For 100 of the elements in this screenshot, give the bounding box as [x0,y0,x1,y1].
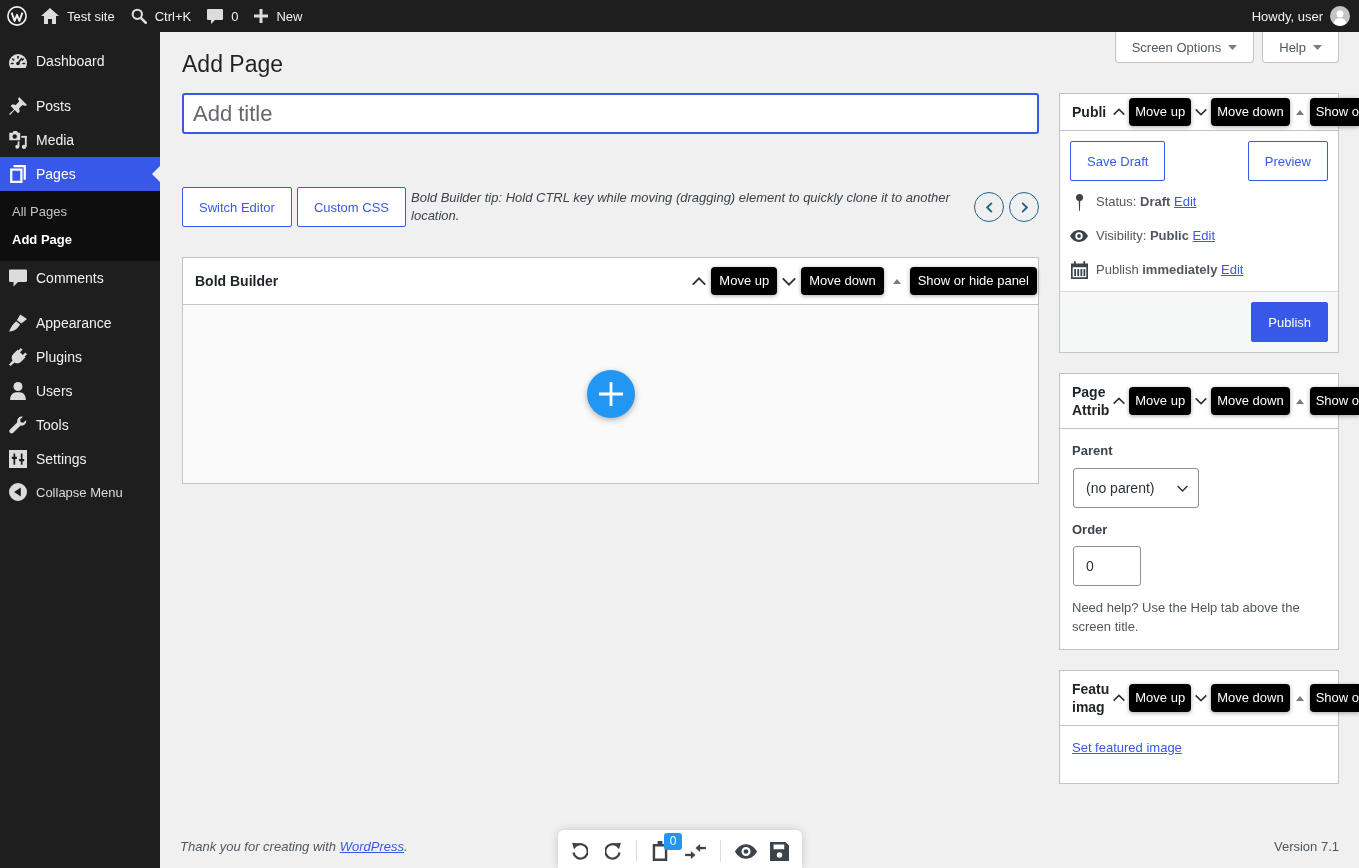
menu-item[interactable]: Appearance [0,306,160,340]
screen-options-tab[interactable]: Screen Options [1114,32,1255,63]
menu-item[interactable]: Tools [0,408,160,442]
chevron-down-icon[interactable] [1195,397,1208,405]
paintbrush-icon [9,314,27,332]
builder-tip-text: Bold Builder tip: Hold CTRL key while moving (dragging) element to quickly clone it to another location. [411,189,952,225]
panel-title: Bold Builder [195,272,279,290]
home-icon [41,8,59,24]
site-name-link[interactable]: Test site [33,0,123,32]
status-text: Status: Draft Edit [1096,193,1197,211]
pages-icon [9,165,27,183]
toggle-panel-tooltip: Show o [1309,387,1359,415]
camera-music-icon [9,131,27,149]
parent-select[interactable]: (no parent) [1073,468,1199,508]
save-draft-button[interactable]: Save Draft [1070,141,1166,181]
chevron-up-icon[interactable] [1113,397,1126,405]
edit-link[interactable]: Edit [1192,228,1215,243]
chevron-up-icon[interactable] [692,276,707,286]
chevron-down-icon [1177,484,1188,492]
edit-link[interactable]: Edit [1174,194,1197,209]
pushpin-icon [9,97,27,115]
menu-item[interactable]: Users [0,374,160,408]
chevron-up-icon[interactable] [1113,108,1126,116]
sliders-icon [9,450,27,468]
search-icon [130,8,147,24]
parent-label: Parent [1072,442,1114,460]
menu-item[interactable]: Pages [0,157,160,191]
wordpress-link[interactable]: WordPress [339,839,404,854]
calendar-icon [1070,261,1088,279]
move-down-tooltip: Move down [1211,387,1290,415]
panel-title: Publi [1072,103,1107,121]
move-down-tooltip: Move down [1211,98,1290,126]
chevron-left-icon [985,201,993,213]
plus-icon [254,9,269,23]
triangle-up-icon[interactable] [892,278,901,284]
chevron-down-icon[interactable] [782,276,797,286]
caret-down-icon [1228,44,1238,50]
move-up-tooltip: Move up [711,267,778,295]
triangle-up-icon[interactable] [1295,109,1304,115]
publish-button[interactable]: Publish [1251,302,1328,342]
visibility-text: Visibility: Public Edit [1096,227,1215,245]
toggle-panel-tooltip: Show o [1309,684,1359,712]
wrench-icon [9,416,27,434]
order-input[interactable]: 0 [1073,546,1141,586]
toggle-panel-tooltip: Show o [1309,98,1359,126]
menu-item[interactable]: Plugins [0,340,160,374]
page-heading: Add Page [182,50,284,79]
submenu-item[interactable]: Add Page [0,226,160,254]
redo-icon[interactable] [605,842,622,860]
menu-item[interactable]: Dashboard [0,44,160,78]
move-up-tooltip: Move up [1129,387,1192,415]
chevron-down-icon[interactable] [1195,108,1208,116]
eye-icon[interactable] [735,843,757,859]
help-tab[interactable]: Help [1262,32,1339,63]
switch-editor-button[interactable]: Switch Editor [182,187,292,227]
clipboard-count-badge: 0 [664,833,682,850]
triangle-up-icon[interactable] [1295,695,1304,701]
triangle-up-icon[interactable] [1295,398,1304,404]
undo-icon[interactable] [571,842,588,860]
gauge-icon [9,52,27,70]
account-link[interactable]: Howdy, user [1243,0,1350,32]
plug-icon [9,348,27,366]
move-down-tooltip: Move down [1211,684,1290,712]
edit-link[interactable]: Edit [1221,262,1244,277]
logo-icon[interactable] [7,6,27,26]
caret-down-icon [1313,44,1322,50]
move-down-tooltip: Move down [801,267,884,295]
current-menu-pointer-icon [152,166,160,182]
order-label: Order [1072,521,1109,539]
menu-item[interactable]: Media [0,123,160,157]
collapse-menu-button[interactable]: Collapse Menu [0,476,160,508]
custom-css-button[interactable]: Custom CSS [296,187,406,227]
search-shortcut-link[interactable]: Ctrl+K [122,0,200,32]
title-input[interactable]: Add title [182,93,1039,134]
panel-title: Featu imag [1072,680,1111,716]
set-featured-image-link[interactable]: Set featured image [1072,739,1182,757]
eye-icon [1070,230,1088,242]
save-icon[interactable] [770,841,789,861]
person-icon [9,382,27,400]
add-element-button[interactable] [586,370,635,418]
panel-title: Page Attrib [1072,383,1111,419]
toggle-panel-tooltip: Show or hide panel [909,267,1037,295]
preview-button[interactable]: Preview [1247,141,1328,181]
publish-time-text: Publish immediately Edit [1096,261,1244,279]
menu-item[interactable]: Posts [0,89,160,123]
compress-arrows-icon[interactable] [685,843,706,859]
chevron-up-icon[interactable] [1113,694,1126,702]
avatar-icon [1330,6,1350,26]
move-up-tooltip: Move up [1129,98,1192,126]
plus-icon [598,382,623,406]
version-text: Version 7.1 [1273,838,1339,856]
menu-item[interactable]: Comments [0,261,160,295]
menu-item[interactable]: Settings [0,442,160,476]
submenu-item[interactable]: All Pages [0,198,160,226]
comment-bubble-icon [207,8,224,24]
chevron-down-icon[interactable] [1195,694,1208,702]
new-content-link[interactable]: New [246,0,311,32]
speech-bubble-icon [9,269,27,287]
comments-link[interactable]: 0 [199,0,247,32]
help-text: Need help? Use the Help tab above the screen title. [1072,599,1301,636]
